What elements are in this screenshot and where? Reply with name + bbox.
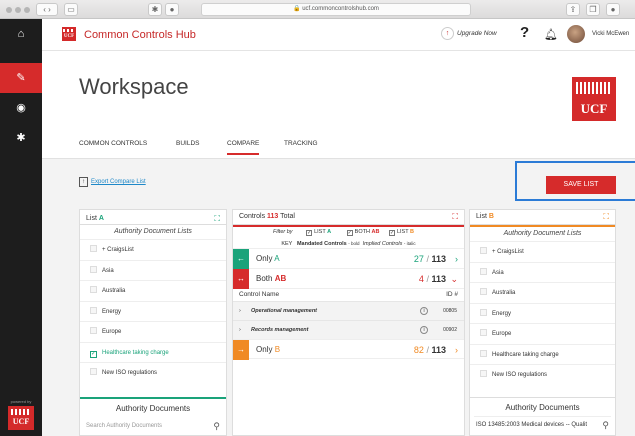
left-rail: ⌂ ✎ ◉ ✱ powered by UCF xyxy=(0,19,42,436)
eye-icon[interactable]: ◉ xyxy=(0,93,42,123)
table-row[interactable]: › Operational management i 00805 xyxy=(233,301,464,320)
list-item[interactable]: ✓ Healthcare taking charge xyxy=(80,341,226,363)
list-item[interactable]: Energy xyxy=(80,300,226,322)
tab-tracking[interactable]: TRACKING xyxy=(284,140,318,147)
list-item[interactable]: Healthcare taking charge xyxy=(470,343,615,365)
chevron-right-icon: › xyxy=(239,327,241,333)
both-arrows-icon: ↔ xyxy=(233,269,249,289)
list-a-accent xyxy=(80,397,226,399)
export-compare-link[interactable]: Export Compare List xyxy=(91,179,146,185)
extension-icon[interactable]: ● xyxy=(606,3,620,16)
tab-common-controls[interactable]: COMMON CONTROLS xyxy=(79,140,147,147)
info-icon: i xyxy=(420,326,428,334)
table-row[interactable]: › Records management i 00902 xyxy=(233,320,464,339)
info-icon[interactable]: ● xyxy=(165,3,179,16)
rail-edit-icon[interactable]: ✎ xyxy=(0,63,42,93)
list-item[interactable]: Asia xyxy=(80,259,226,281)
browser-toolbar: ‹ › ▭ ✱ ● 🔒 ucf.commoncontrolshub.com ⇪ … xyxy=(0,0,635,19)
only-a-row[interactable]: ← Only A 27 / 113 › xyxy=(233,249,464,269)
share-icon[interactable]: ⇪ xyxy=(566,3,580,16)
url-text: ucf.commoncontrolshub.com xyxy=(302,6,379,12)
right-arrow-icon: → xyxy=(233,340,249,360)
gear-icon[interactable]: ✱ xyxy=(0,123,42,153)
help-icon[interactable]: ? xyxy=(520,24,529,41)
list-item[interactable]: + CraigsList xyxy=(80,239,226,260)
authority-documents-title: Authority Documents xyxy=(115,404,191,413)
list-item[interactable]: + CraigsList xyxy=(470,241,615,262)
back-forward-buttons[interactable]: ‹ › xyxy=(36,3,58,16)
authority-documents-title: Authority Documents xyxy=(505,403,580,412)
list-item[interactable]: New ISO regulations xyxy=(80,362,226,383)
filter-row: Filter by ✓ LIST A ✓ BOTH AB ✓ LIST B xyxy=(273,229,414,236)
list-b-divider xyxy=(470,397,615,398)
expand-icon[interactable]: ⛶ xyxy=(452,210,458,224)
save-list-button[interactable]: SAVE LIST xyxy=(546,176,616,194)
list-a-subtitle: Authority Document Lists xyxy=(114,228,192,235)
both-row[interactable]: ↔ Both AB 4 / 113 ⌄ xyxy=(233,269,464,289)
list-item[interactable]: New ISO regulations xyxy=(470,364,615,385)
authority-search-input[interactable]: Search Authority Documents ⚲ xyxy=(84,418,222,435)
brand-name[interactable]: Common Controls Hub xyxy=(84,29,196,41)
search-icon[interactable]: ⚲ xyxy=(213,418,220,435)
only-b-row[interactable]: → Only B 82 / 113 › xyxy=(233,339,464,360)
list-b-header: List B ⛶ xyxy=(470,210,615,225)
tab-compare[interactable]: COMPARE xyxy=(227,140,260,155)
window-minimize-dot[interactable] xyxy=(15,7,21,13)
chevron-down-icon[interactable]: ⌄ xyxy=(450,269,458,289)
key-legend: KEY Mandated Controls - bold Implied Con… xyxy=(233,238,464,249)
left-arrow-icon: ← xyxy=(233,249,249,269)
export-icon[interactable]: ↑ xyxy=(79,177,88,187)
checked-checkbox-icon[interactable]: ✓ xyxy=(90,350,97,358)
filter-both[interactable]: ✓ BOTH AB xyxy=(346,229,379,236)
window-close-dot[interactable] xyxy=(6,7,12,13)
avatar[interactable] xyxy=(567,25,585,43)
list-b-panel: List B ⛶ Authority Document Lists + Crai… xyxy=(469,209,616,436)
upgrade-link[interactable]: Upgrade Now xyxy=(457,30,497,37)
list-a-header: List A ⛶ xyxy=(80,210,226,225)
tabs-icon[interactable]: ❐ xyxy=(586,3,600,16)
search-icon[interactable]: ⚲ xyxy=(602,417,609,434)
user-name[interactable]: Vicki McEwen xyxy=(592,31,629,37)
list-item[interactable]: Asia xyxy=(470,261,615,283)
list-item[interactable]: Australia xyxy=(80,280,226,301)
app-header: UCF Common Controls Hub ↑ Upgrade Now ? … xyxy=(42,19,635,51)
chevron-right-icon[interactable]: › xyxy=(455,249,458,269)
controls-header: Controls 113 Total ⛶ xyxy=(233,210,464,225)
list-item[interactable]: Australia xyxy=(470,282,615,303)
rail-ucf-logo: UCF xyxy=(8,406,34,430)
column-header: Control Name ID # xyxy=(239,291,458,298)
sidebar-toggle-icon[interactable]: ▭ xyxy=(64,3,78,16)
powered-by-text: powered by xyxy=(10,399,32,404)
window-zoom-dot[interactable] xyxy=(24,7,30,13)
powered-by-ucf: powered by UCF xyxy=(8,399,34,430)
controls-panel: Controls 113 Total ⛶ Filter by ✓ LIST A ✓… xyxy=(232,209,465,436)
list-item[interactable]: Europe xyxy=(80,321,226,342)
list-a-panel: List A ⛶ Authority Document Lists + Crai… xyxy=(79,209,227,436)
authority-search-input[interactable]: ISO 13485:2003 Medical devices -- Qualit… xyxy=(474,416,611,433)
filter-list-a[interactable]: ✓ LIST A xyxy=(306,229,331,236)
list-item[interactable]: Energy xyxy=(470,302,615,324)
expand-icon[interactable]: ⛶ xyxy=(214,212,220,226)
tab-builds[interactable]: BUILDS xyxy=(176,140,199,147)
home-icon[interactable]: ⌂ xyxy=(0,19,42,49)
chevron-right-icon[interactable]: › xyxy=(455,340,458,360)
ucf-logo: UCF xyxy=(572,77,616,121)
upgrade-arrow-icon[interactable]: ↑ xyxy=(441,27,454,40)
info-icon: i xyxy=(420,307,428,315)
bell-icon[interactable]: 🔔︎ xyxy=(544,28,558,41)
url-bar[interactable]: 🔒 ucf.commoncontrolshub.com xyxy=(201,3,471,16)
expand-icon[interactable]: ⛶ xyxy=(603,210,609,224)
page-title: Workspace xyxy=(79,74,189,99)
brand-logo[interactable]: UCF xyxy=(62,27,76,41)
chevron-right-icon: › xyxy=(239,308,241,314)
list-b-subtitle: Authority Document Lists xyxy=(503,230,582,237)
star-icon[interactable]: ✱ xyxy=(148,3,162,16)
list-item[interactable]: Europe xyxy=(470,323,615,344)
filter-list-b[interactable]: ✓ LIST B xyxy=(388,229,414,236)
